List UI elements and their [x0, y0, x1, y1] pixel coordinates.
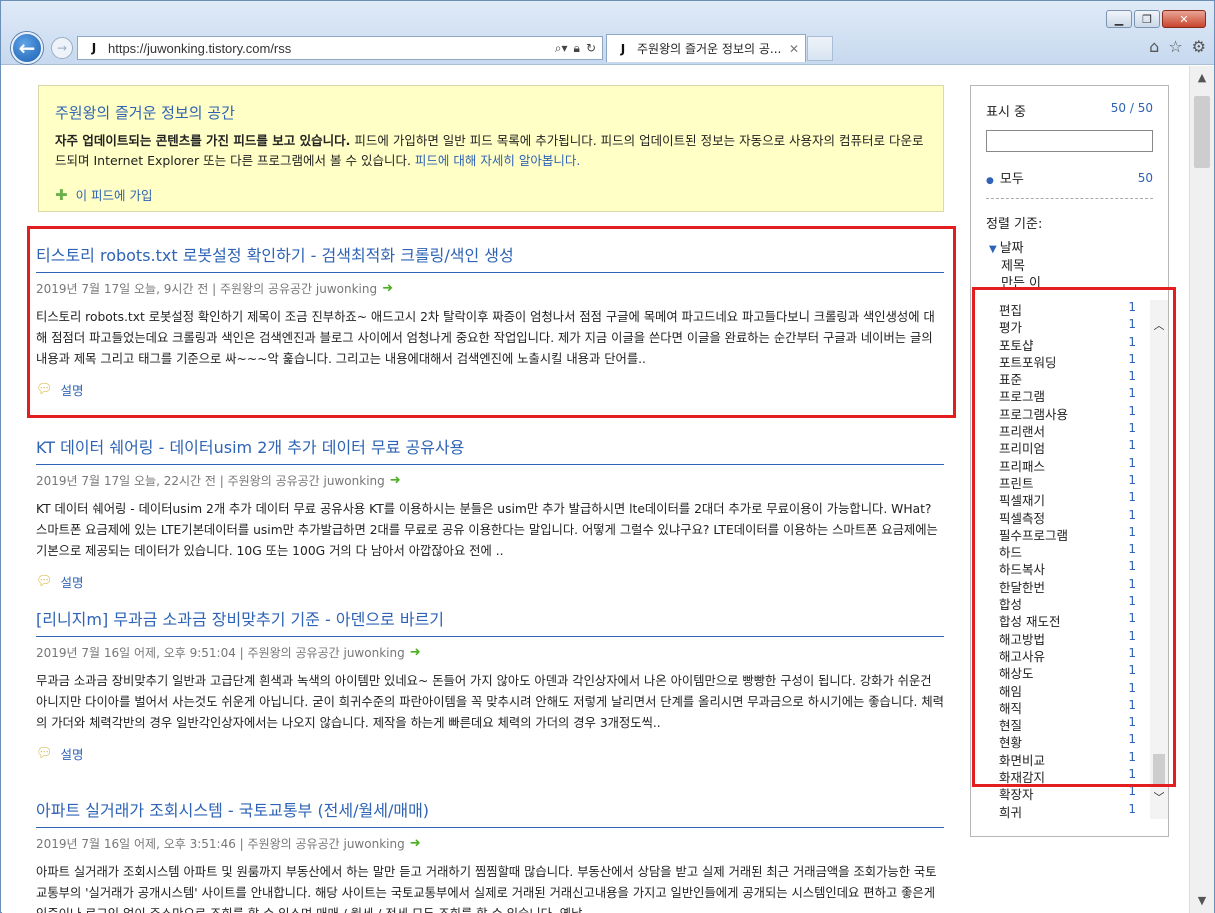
search-icon[interactable]: ⌕▾	[555, 41, 568, 56]
sort-options: ▼ 날짜 제목 만든 이	[986, 240, 1153, 292]
page-scrollbar[interactable]: ▲ ▼	[1189, 66, 1214, 913]
filter-all-item[interactable]: ● 모두 50	[986, 168, 1153, 188]
tab-active[interactable]: J 주원왕의 즐거운 정보의 공... ✕	[606, 34, 806, 62]
article-body: 무과금 소과금 장비맞추기 일반과 고급단계 흰색과 녹색의 아이템만 있네요~…	[36, 674, 944, 730]
sort-option-date[interactable]: ▼ 날짜	[989, 240, 1153, 258]
sort-option-title[interactable]: 제목	[989, 258, 1153, 275]
article-body: KT 데이터 쉐어링 - 데이터usim 2개 추가 데이터 무료 공유사용 K…	[36, 502, 938, 558]
article-title-link[interactable]: [리니지m] 무과금 소과금 장비맞추기 기준 - 아덴으로 바르기	[36, 606, 944, 637]
article-body: 티스토리 robots.txt 로봇설정 확인하기 제목이 조금 진부하죠~ 애…	[36, 310, 935, 366]
go-arrow-icon[interactable]: ➜	[410, 645, 421, 660]
forward-button[interactable]: →	[51, 37, 73, 59]
lock-icon[interactable]: 🔒︎	[574, 41, 580, 56]
article-item: 아파트 실거래가 조회시스템 - 국토교통부 (전세/월세/매매) 2019년 …	[36, 797, 944, 913]
article-description-toggle[interactable]: 💬︎ 설명	[36, 572, 944, 591]
arrow-left-icon: ←	[18, 36, 36, 60]
maximize-button[interactable]: ❐	[1134, 10, 1160, 28]
home-icon[interactable]: ⌂	[1149, 37, 1159, 56]
sort-label: 정렬 기준:	[986, 217, 1043, 232]
article-item: [리니지m] 무과금 소과금 장비맞추기 기준 - 아덴으로 바르기 2019년…	[36, 606, 944, 763]
window-controls: ▁ ❐ ✕	[1106, 10, 1206, 28]
speech-bubble-icon: 💬︎	[36, 574, 53, 589]
article-body: 아파트 실거래가 조회시스템 아파트 및 원룸까지 부동산에서 하는 말만 듣고…	[36, 865, 937, 913]
new-tab-button[interactable]	[807, 36, 833, 61]
category-name: 희귀	[999, 804, 1023, 819]
article-meta: 2019년 7월 16일 어제, 오후 9:51:04 | 주원왕의 공유공간 …	[36, 644, 944, 661]
feed-info-box: 주원왕의 즐거운 정보의 공간 자주 업데이트되는 콘텐츠를 가진 피드를 보고…	[38, 85, 944, 212]
go-arrow-icon[interactable]: ➜	[410, 836, 421, 851]
divider	[986, 198, 1153, 199]
article-description-toggle[interactable]: 💬︎ 설명	[36, 744, 944, 763]
subscribe-link[interactable]: ✚ 이 피드에 가입	[55, 185, 927, 204]
category-count: 1	[1128, 801, 1136, 816]
article-title-link[interactable]: KT 데이터 쉐어링 - 데이터usim 2개 추가 데이터 무료 공유사용	[36, 434, 944, 465]
tab-close-icon[interactable]: ✕	[789, 42, 805, 56]
category-item[interactable]: 희귀 1	[987, 802, 1154, 819]
title-bar: ▁ ❐ ✕ ← → J https://juwonking.tistory.co…	[1, 1, 1214, 65]
article-title-link[interactable]: 티스토리 robots.txt 로봇설정 확인하기 - 검색최적화 크롤링/색인…	[36, 242, 944, 273]
browser-window: ▁ ❐ ✕ ← → J https://juwonking.tistory.co…	[0, 0, 1215, 913]
article-meta-text: 2019년 7월 16일 어제, 오후 9:51:04 | 주원왕의 공유공간 …	[36, 646, 405, 660]
feed-learn-more-link[interactable]: 피드에 대해 자세히 알아봅니다.	[415, 153, 580, 168]
article-title-link[interactable]: 아파트 실거래가 조회시스템 - 국토교통부 (전세/월세/매매)	[36, 797, 944, 828]
description-label: 설명	[60, 575, 84, 590]
description-label: 설명	[60, 747, 84, 762]
minimize-button[interactable]: ▁	[1106, 10, 1132, 28]
feed-desc-bold: 자주 업데이트되는 콘텐츠를 가진 피드를 보고 있습니다.	[55, 133, 351, 148]
feed-title: 주원왕의 즐거운 정보의 공간	[55, 104, 235, 122]
article-item: 티스토리 robots.txt 로봇설정 확인하기 - 검색최적화 크롤링/색인…	[36, 242, 944, 399]
scroll-down-icon[interactable]: ﹀	[1150, 788, 1168, 806]
bullet-icon: ●	[986, 176, 994, 186]
article-meta-text: 2019년 7월 16일 어제, 오후 3:51:46 | 주원왕의 공유공간 …	[36, 837, 405, 851]
page-content: 주원왕의 즐거운 정보의 공간 자주 업데이트되는 콘텐츠를 가진 피드를 보고…	[2, 66, 1189, 913]
favorites-star-icon[interactable]: ☆	[1168, 37, 1182, 56]
speech-bubble-icon: 💬︎	[36, 382, 53, 397]
back-button[interactable]: ←	[11, 32, 43, 64]
scroll-up-arrow-icon[interactable]: ▲	[1190, 66, 1214, 88]
sort-down-triangle-icon: ▼	[989, 244, 997, 255]
article-meta-text: 2019년 7월 17일 오늘, 9시간 전 | 주원왕의 공유공간 juwon…	[36, 282, 378, 296]
description-label: 설명	[60, 383, 84, 398]
article-meta: 2019년 7월 16일 어제, 오후 3:51:46 | 주원왕의 공유공간 …	[36, 835, 944, 852]
article-meta-text: 2019년 7월 17일 오늘, 22시간 전 | 주원왕의 공유공간 juwo…	[36, 474, 385, 488]
go-arrow-icon[interactable]: ➜	[382, 281, 393, 296]
article-meta: 2019년 7월 17일 오늘, 22시간 전 | 주원왕의 공유공간 juwo…	[36, 472, 944, 489]
sort-option-label: 날짜	[999, 241, 1024, 256]
tab-favicon-icon: J	[620, 41, 626, 56]
subscribe-label: 이 피드에 가입	[75, 188, 153, 203]
subscribe-star-icon: ✚	[55, 185, 68, 204]
scroll-down-arrow-icon[interactable]: ▼	[1190, 889, 1214, 911]
article-description-toggle[interactable]: 💬︎ 설명	[36, 380, 944, 399]
category-highlight-box	[972, 287, 1176, 787]
showing-count: 50 / 50	[1110, 101, 1153, 115]
page-scroll-thumb[interactable]	[1194, 96, 1210, 168]
go-arrow-icon[interactable]: ➜	[390, 473, 401, 488]
url-text[interactable]: https://juwonking.tistory.com/rss	[108, 41, 555, 56]
filter-search-input[interactable]	[986, 130, 1153, 152]
feed-description: 자주 업데이트되는 콘텐츠를 가진 피드를 보고 있습니다. 피드에 가입하면 …	[55, 131, 927, 171]
gear-icon[interactable]: ⚙	[1192, 37, 1206, 56]
speech-bubble-icon: 💬︎	[36, 746, 53, 761]
showing-label: 표시 중	[986, 105, 1027, 120]
tab-title: 주원왕의 즐거운 정보의 공...	[637, 42, 782, 56]
article-item: KT 데이터 쉐어링 - 데이터usim 2개 추가 데이터 무료 공유사용 2…	[36, 434, 944, 591]
address-bar[interactable]: J https://juwonking.tistory.com/rss ⌕▾ 🔒…	[77, 36, 603, 60]
arrow-right-icon: →	[56, 41, 68, 55]
refresh-icon[interactable]: ↻	[586, 41, 596, 56]
site-favicon-icon: J	[91, 41, 97, 55]
all-count: 50	[1137, 170, 1153, 185]
article-meta: 2019년 7월 17일 오늘, 9시간 전 | 주원왕의 공유공간 juwon…	[36, 280, 944, 297]
all-label: 모두	[999, 172, 1024, 187]
close-button[interactable]: ✕	[1162, 10, 1206, 28]
